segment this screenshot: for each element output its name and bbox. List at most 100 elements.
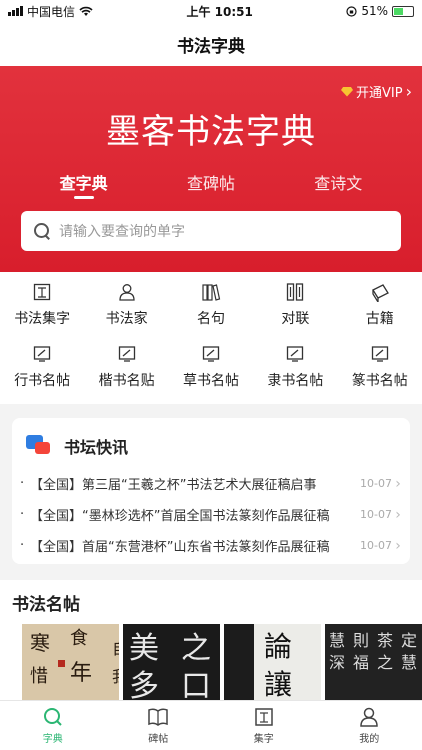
- category-label: 名句: [196, 311, 225, 327]
- category-calligraphers[interactable]: 书法家: [84, 282, 168, 340]
- calligraphy-image: 美 之 多 口: [129, 631, 211, 700]
- category-label: 隶书名帖: [267, 373, 324, 389]
- tab-label: 我的: [359, 734, 380, 745]
- tab-me-bottom[interactable]: 我的: [317, 701, 422, 750]
- masterpiece-thumb[interactable]: 寒 食 年 自 我 惜: [22, 624, 119, 700]
- category-regular-script[interactable]: 楷书名贴: [84, 344, 168, 402]
- bullet: ·: [20, 538, 25, 553]
- calligraphy-image: 論 讓: [224, 624, 321, 700]
- news-date: 10-07: [360, 477, 392, 490]
- svg-text:寒: 寒: [30, 631, 50, 655]
- category-couplets[interactable]: 对联: [253, 282, 337, 340]
- vip-button[interactable]: 开通VIP ›: [341, 82, 412, 101]
- tab-collect-bottom[interactable]: 集字: [211, 701, 317, 750]
- tab-steles[interactable]: 查碑帖: [156, 170, 266, 194]
- tab-poetry[interactable]: 查诗文: [283, 170, 393, 194]
- category-label: 书法集字: [14, 311, 71, 327]
- svg-text:論: 論: [264, 630, 292, 663]
- bullet: ·: [20, 476, 25, 491]
- wifi-icon: [79, 6, 93, 16]
- svg-text:福: 福: [353, 653, 369, 672]
- category-label: 草书名帖: [182, 373, 239, 389]
- battery-percent: 51%: [361, 4, 388, 18]
- books-icon: [201, 282, 221, 302]
- svg-text:讓: 讓: [264, 668, 292, 700]
- category-seal-script[interactable]: 篆书名帖: [338, 344, 422, 402]
- search-icon: [43, 708, 62, 726]
- diamond-icon: [341, 86, 354, 97]
- news-date: 10-07: [360, 508, 392, 521]
- signal-icon: [8, 6, 23, 16]
- masterpiece-thumb[interactable]: 論 讓: [224, 624, 321, 700]
- frame-icon: [201, 344, 221, 364]
- news-item[interactable]: · 【全国】首届“东营港杯”山东省书法篆刻作品展征稿 10-07 ›: [20, 530, 404, 561]
- masterpiece-carousel: 寒 食 年 自 我 惜 美 之 多 口 論 讓 慧 深 則 福 茶: [22, 624, 422, 700]
- tab-label: 集字: [253, 734, 274, 745]
- frame-icon: [370, 344, 390, 364]
- chevron-right-icon: ›: [395, 506, 401, 523]
- orientation-lock-icon: [346, 5, 357, 17]
- svg-text:多: 多: [129, 669, 159, 700]
- bullet: ·: [20, 507, 25, 522]
- nav-bar: 书法字典: [0, 22, 422, 66]
- svg-text:之: 之: [181, 631, 211, 666]
- news-date: 10-07: [360, 539, 392, 552]
- category-label: 书法家: [105, 311, 148, 327]
- masterpiece-thumb[interactable]: 美 之 多 口: [123, 624, 220, 700]
- svg-text:定: 定: [401, 631, 417, 650]
- couplet-icon: [285, 282, 305, 302]
- category-calligraphy-collection[interactable]: 书法集字: [0, 282, 84, 340]
- category-label: 对联: [281, 311, 310, 327]
- search-tabs: 查字典 查碑帖 查诗文: [0, 170, 422, 199]
- vip-label: 开通VIP: [356, 86, 403, 101]
- category-running-script[interactable]: 行书名帖: [0, 344, 84, 402]
- clock: 上午 10:51: [186, 4, 253, 19]
- frame-icon: [117, 344, 137, 364]
- category-clerical-script[interactable]: 隶书名帖: [253, 344, 337, 402]
- section-title: 书法名帖: [12, 595, 80, 615]
- svg-text:慧: 慧: [329, 631, 345, 650]
- chevron-right-icon: ›: [395, 537, 401, 554]
- category-ancient-books[interactable]: 古籍: [338, 282, 422, 340]
- category-label: 篆书名帖: [351, 373, 408, 389]
- calligraphy-image: 慧 深 則 福 茶 之 定 慧: [329, 631, 417, 672]
- news-card: 书坛快讯 · 【全国】第三届“王羲之杯”书法艺术大展征稿启事 10-07 › ·…: [12, 418, 410, 564]
- tab-dictionary[interactable]: 查字典: [29, 170, 139, 199]
- news-item[interactable]: · 【全国】第三届“王羲之杯”书法艺术大展征稿启事 10-07 ›: [20, 468, 404, 499]
- book-icon: [148, 708, 168, 726]
- calligraphy-image: 寒 食 年 自 我 惜: [30, 628, 119, 687]
- person-icon: [360, 707, 379, 727]
- svg-text:則: 則: [353, 631, 369, 650]
- tab-label: 字典: [42, 734, 63, 745]
- category-cursive-script[interactable]: 草书名帖: [169, 344, 253, 402]
- tab-dictionary-bottom[interactable]: 字典: [0, 701, 106, 750]
- masterpiece-thumb[interactable]: 慧 深 則 福 茶 之 定 慧: [325, 624, 422, 700]
- scroll-icon: [370, 282, 390, 302]
- category-quotes[interactable]: 名句: [169, 282, 253, 340]
- text-doc-icon: [255, 708, 273, 726]
- app-title: 墨客书法字典: [106, 112, 316, 152]
- svg-text:年: 年: [70, 661, 92, 686]
- category-label: 古籍: [365, 311, 394, 327]
- person-icon: [117, 282, 137, 302]
- tab-label: 碑帖: [148, 734, 169, 745]
- tab-steles-bottom[interactable]: 碑帖: [106, 701, 212, 750]
- status-bar: 中国电信 上午 10:51 51%: [0, 0, 422, 22]
- svg-text:美: 美: [129, 631, 159, 666]
- chevron-right-icon: ›: [395, 475, 401, 492]
- text-doc-icon: [32, 282, 52, 302]
- carrier-label: 中国电信: [27, 4, 76, 19]
- search-input[interactable]: 请输入要查询的单字: [21, 211, 401, 251]
- chevron-right-icon: ›: [405, 82, 412, 101]
- news-item[interactable]: · 【全国】“墨林珍选杯”首届全国书法篆刻作品展征稿 10-07 ›: [20, 499, 404, 530]
- svg-text:慧: 慧: [401, 653, 417, 672]
- frame-icon: [285, 344, 305, 364]
- category-label: 行书名帖: [14, 373, 71, 389]
- svg-text:自: 自: [112, 639, 119, 658]
- frame-icon: [32, 344, 52, 364]
- svg-text:食: 食: [70, 628, 88, 649]
- hero-banner: 开通VIP › 墨客书法字典 查字典 查碑帖 查诗文 请输入要查询的单字: [0, 66, 422, 272]
- search-placeholder: 请输入要查询的单字: [59, 224, 185, 240]
- news-title: 书坛快讯: [64, 438, 129, 457]
- search-icon: [33, 222, 51, 240]
